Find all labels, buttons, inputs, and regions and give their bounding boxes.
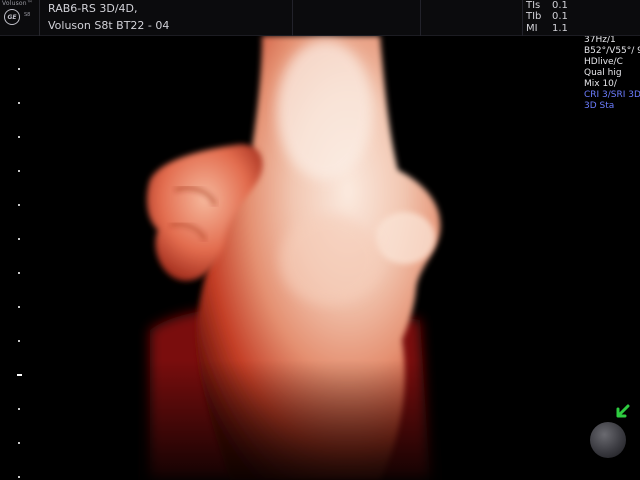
info-line: 3D Sta [584, 101, 615, 111]
nose-highlight [375, 212, 435, 264]
depth-tick [18, 170, 20, 172]
tib-value: 0.1 [552, 11, 568, 22]
ge-logo-icon: GE [4, 9, 20, 25]
mi-label: MI [526, 23, 538, 34]
tis-label: TIs [526, 0, 541, 11]
acquisition-info-panel: RAB6-R37Hz/1B52°/V55°/ 9.1cHDlive/CQual … [580, 24, 640, 112]
header-divider [522, 0, 523, 36]
brand-name: Voluson™ [2, 0, 33, 7]
depth-tick [18, 238, 20, 240]
info-line: Mix 10/ [584, 79, 617, 89]
depth-tick [18, 306, 20, 308]
header-divider [420, 0, 421, 36]
mi-readout: MI 1.1 [526, 23, 568, 35]
ultrasound-screen: Voluson™ GE S8 RAB6-RS 3D/4D, Voluson S8… [0, 0, 640, 480]
render-viewport[interactable] [0, 36, 640, 480]
info-line: 37Hz/1 [584, 35, 616, 45]
header-bar: Voluson™ GE S8 RAB6-RS 3D/4D, Voluson S8… [0, 0, 640, 36]
mi-value: 1.1 [552, 23, 568, 34]
depth-tick [18, 204, 20, 206]
info-line: HDlive/C [584, 57, 623, 67]
tib-label: TIb [526, 11, 542, 22]
header-divider [292, 0, 293, 36]
probe-mode-label: RAB6-RS 3D/4D, [48, 2, 138, 15]
info-line: CRI 3/SRI 3D [584, 90, 640, 100]
info-line: Qual hig [584, 68, 622, 78]
system-preset-label: Voluson S8t BT22 - 04 [48, 19, 170, 32]
fetal-face-render [140, 36, 441, 480]
logo-cell: Voluson™ GE S8 [0, 0, 40, 36]
depth-tick [18, 102, 20, 104]
depth-tick [18, 476, 20, 478]
forehead-highlight [277, 40, 373, 180]
green-arrow-icon [616, 404, 630, 418]
orientation-cube-icon[interactable] [590, 422, 626, 458]
depth-tick [18, 272, 20, 274]
tib-readout: TIb 0.1 [526, 11, 568, 23]
depth-tick [18, 442, 20, 444]
depth-tick [18, 408, 20, 410]
bottom-shading [140, 360, 440, 480]
depth-tick [17, 374, 22, 376]
tis-value: 0.1 [552, 0, 568, 11]
depth-tick [18, 340, 20, 342]
depth-tick [18, 68, 20, 70]
info-line: B52°/V55°/ 9.1c [584, 46, 640, 56]
depth-tick [18, 136, 20, 138]
depth-scale [0, 36, 30, 480]
model-badge: S8 [24, 12, 31, 18]
cheek-highlight [280, 215, 380, 305]
